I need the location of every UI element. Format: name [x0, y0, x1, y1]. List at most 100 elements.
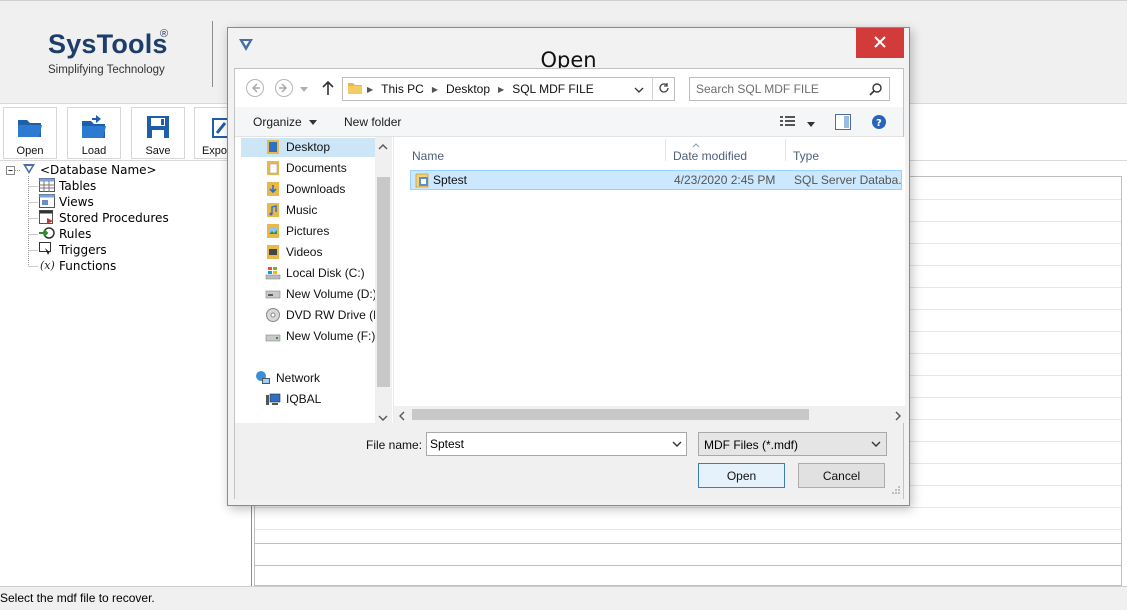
- chevron-right-icon: ▶: [498, 84, 505, 94]
- tree-root[interactable]: <Database Name>: [22, 162, 157, 178]
- help-icon: ?: [871, 115, 887, 133]
- save-icon: [132, 113, 184, 143]
- new-folder-button[interactable]: New folder: [344, 115, 401, 129]
- computer-icon: [265, 391, 281, 407]
- scroll-left-icon[interactable]: [398, 410, 406, 424]
- address-bar[interactable]: ▶ This PC ▶ Desktop ▶ SQL MDF FILE: [342, 77, 675, 101]
- file-name-input[interactable]: [430, 434, 660, 454]
- column-header-date-modified[interactable]: Date modified: [673, 149, 747, 163]
- file-type-select[interactable]: MDF Files (*.mdf): [698, 432, 887, 456]
- nav-item-label: New Volume (F:): [286, 329, 376, 343]
- view-options-button[interactable]: [780, 114, 816, 131]
- tree-item-triggers[interactable]: Triggers: [39, 241, 107, 259]
- scrollbar-thumb[interactable]: [412, 409, 809, 420]
- column-header-name[interactable]: Name: [412, 149, 444, 163]
- tree-item-views[interactable]: Views: [39, 193, 94, 210]
- close-icon: [873, 35, 887, 52]
- nav-item-desktop[interactable]: Desktop: [265, 137, 330, 157]
- load-button[interactable]: Load: [67, 107, 121, 159]
- open-button[interactable]: Open: [698, 463, 785, 488]
- tree-item-functions[interactable]: (x) Functions: [39, 258, 116, 274]
- chevron-down-icon[interactable]: [671, 438, 683, 453]
- tree-item-label: Tables: [59, 179, 97, 193]
- database-icon: [22, 163, 36, 178]
- rule-icon: [39, 226, 55, 243]
- cancel-button[interactable]: Cancel: [798, 463, 885, 488]
- resize-grip-icon[interactable]: [891, 484, 901, 498]
- horizontal-scrollbar[interactable]: [394, 406, 906, 423]
- breadcrumb-sql-mdf-file[interactable]: SQL MDF FILE: [512, 82, 594, 96]
- refresh-button[interactable]: [652, 77, 675, 101]
- search-input[interactable]: [696, 79, 866, 99]
- header-divider: [212, 21, 213, 87]
- chevron-down-icon: [870, 438, 882, 453]
- file-name-combobox[interactable]: [426, 432, 687, 456]
- music-folder-icon: [265, 202, 281, 218]
- nav-item-label: Music: [286, 203, 318, 217]
- nav-item-pictures[interactable]: Pictures: [265, 221, 329, 241]
- recent-locations-button[interactable]: [297, 79, 311, 99]
- up-arrow-icon: [321, 80, 335, 99]
- drive-icon: [265, 286, 281, 302]
- address-dropdown-icon[interactable]: [634, 84, 644, 98]
- nav-item-new-volume-d[interactable]: New Volume (D:): [265, 284, 377, 304]
- forward-arrow-icon: [274, 78, 294, 101]
- tree-item-tables[interactable]: Tables: [39, 177, 97, 194]
- nav-item-music[interactable]: Music: [265, 200, 317, 220]
- column-separator[interactable]: [785, 139, 786, 161]
- column-header-type[interactable]: Type: [793, 149, 819, 163]
- dialog-body: ▶ This PC ▶ Desktop ▶ SQL MDF FILE Organ…: [234, 68, 906, 500]
- nav-item-network[interactable]: Network: [255, 368, 320, 388]
- tree-item-label: Rules: [59, 227, 92, 241]
- trigger-icon: [39, 241, 55, 259]
- up-button[interactable]: [317, 79, 339, 99]
- column-separator[interactable]: [665, 139, 666, 161]
- file-row[interactable]: Sptest 4/23/2020 2:45 PM SQL Server Data…: [410, 170, 902, 190]
- help-button[interactable]: ?: [871, 114, 887, 133]
- back-button[interactable]: [244, 78, 266, 99]
- scroll-right-icon[interactable]: [894, 410, 902, 424]
- tree-item-label: Functions: [59, 259, 117, 273]
- svg-text:?: ?: [876, 118, 882, 129]
- tree-item-label: Stored Procedures: [59, 211, 169, 225]
- breadcrumb-this-pc[interactable]: This PC: [381, 82, 424, 96]
- nav-item-iqbal[interactable]: IQBAL: [265, 389, 321, 409]
- svg-text:(x): (x): [40, 259, 55, 272]
- nav-item-dvd-rw-drive-e[interactable]: DVD RW Drive (E:: [265, 305, 384, 325]
- tree-item-label: Views: [59, 195, 94, 209]
- chevron-down-icon: [300, 82, 308, 96]
- navigation-scrollbar[interactable]: [375, 137, 392, 423]
- status-bar: Select the mdf file to recover.: [0, 586, 1127, 610]
- organize-menu[interactable]: Organize: [253, 115, 318, 129]
- nav-item-videos[interactable]: Videos: [265, 242, 322, 262]
- folder-open-icon: [4, 113, 56, 143]
- file-date-cell: 4/23/2020 2:45 PM: [674, 173, 776, 187]
- open-button[interactable]: Open: [3, 107, 57, 159]
- videos-folder-icon: [265, 244, 281, 260]
- forward-button[interactable]: [273, 78, 295, 101]
- file-type-value: MDF Files (*.mdf): [704, 438, 798, 452]
- nav-item-documents[interactable]: Documents: [265, 158, 347, 178]
- breadcrumb-desktop[interactable]: Desktop: [446, 82, 490, 96]
- file-name-label: File name:: [366, 438, 423, 452]
- tree-item-stored-procedures[interactable]: Stored Procedures: [39, 209, 169, 226]
- save-button[interactable]: Save: [131, 107, 185, 159]
- open-dialog: Open ▶ This PC ▶ Desktop ▶ SQL MDF FILE …: [227, 27, 910, 506]
- refresh-icon: [658, 82, 670, 97]
- nav-item-label: Videos: [286, 245, 323, 259]
- scroll-up-icon[interactable]: [378, 140, 388, 154]
- nav-item-local-disk-c[interactable]: Local Disk (C:): [265, 263, 365, 283]
- preview-pane-button[interactable]: [835, 114, 851, 133]
- close-button[interactable]: [856, 28, 904, 58]
- organize-label: Organize: [253, 115, 302, 129]
- dvd-drive-icon: [265, 307, 281, 323]
- nav-item-new-volume-f[interactable]: New Volume (F:): [265, 326, 375, 346]
- command-bar: Organize New folder ?: [235, 107, 903, 137]
- scrollbar-thumb[interactable]: [377, 177, 390, 387]
- details-view-icon: [780, 116, 796, 131]
- grid-line: [255, 507, 1121, 508]
- search-field[interactable]: [689, 77, 890, 101]
- tree-item-rules[interactable]: Rules: [39, 226, 91, 242]
- folder-load-icon: [68, 113, 120, 143]
- nav-item-downloads[interactable]: Downloads: [265, 179, 345, 199]
